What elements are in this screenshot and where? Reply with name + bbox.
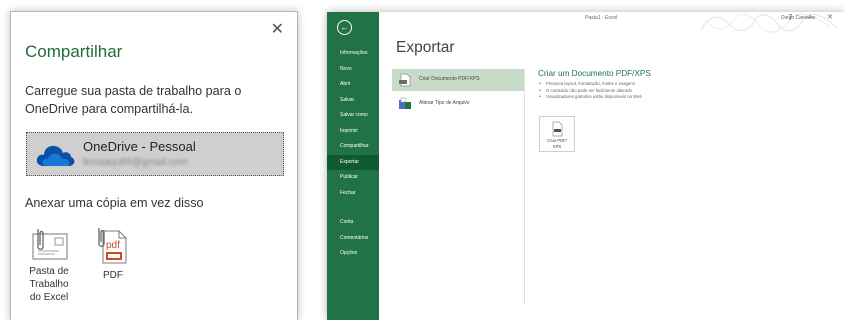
- pdf-attachment-label: PDF: [103, 270, 123, 281]
- nav-item-novo[interactable]: Novo: [327, 62, 379, 78]
- nav-item-salvar-como[interactable]: Salvar como: [327, 108, 379, 124]
- create-pdf-xps-icon: [552, 121, 563, 137]
- nav-item-fechar[interactable]: Fechar: [327, 186, 379, 202]
- onedrive-account-name: OneDrive - Pessoal: [83, 139, 196, 154]
- detail-bullet: Visualizadores gratuitos estão disponíve…: [538, 94, 651, 101]
- excel-backstage-window: ← Informações Novo Abrir Salvar Salvar c…: [327, 12, 845, 320]
- pdf-icon-text: pdf: [106, 240, 120, 251]
- window-controls[interactable]: ? — ✕: [788, 13, 839, 21]
- nav-item-abrir[interactable]: Abrir: [327, 77, 379, 93]
- onedrive-account-email: lkmaaqo89@gmail.com: [83, 157, 188, 168]
- detail-bullets: Preserva layout, formatação, fontes e im…: [538, 81, 651, 101]
- nav-item-publicar[interactable]: Publicar: [327, 170, 379, 186]
- attach-pdf-button[interactable]: pdf PDF: [93, 227, 133, 282]
- nav-item-exportar[interactable]: Exportar: [327, 154, 379, 170]
- option-change-file-type[interactable]: Alterar Tipo de Arquivo: [392, 93, 525, 115]
- close-icon[interactable]: ✕: [271, 22, 284, 38]
- nav-item-opcoes[interactable]: Opções: [327, 246, 379, 262]
- backstage-nav: Informações Novo Abrir Salvar Salvar com…: [327, 46, 379, 262]
- share-title: Compartilhar: [25, 42, 123, 61]
- attach-copy-heading: Anexar uma cópia em vez disso: [25, 196, 204, 210]
- detail-title: Criar um Documento PDF/XPS: [538, 69, 651, 78]
- nav-item-comentarios[interactable]: Comentários: [327, 231, 379, 247]
- option-label: Alterar Tipo de Arquivo: [419, 100, 470, 106]
- onedrive-personal-button[interactable]: OneDrive - Pessoal lkmaaqo89@gmail.com: [26, 132, 284, 176]
- change-file-type-icon: [399, 97, 411, 109]
- divider: [524, 69, 525, 305]
- backstage-titlebar: Pasta1 - Excel Diego Carvalho ? — ✕: [379, 12, 845, 33]
- share-pane: ✕ Compartilhar Carregue sua pasta de tra…: [10, 11, 298, 320]
- pdf-document-icon: [399, 73, 411, 87]
- option-label: Criar Documento PDF/XPS: [419, 76, 480, 82]
- nav-item-informacoes[interactable]: Informações: [327, 46, 379, 62]
- nav-item-imprimir[interactable]: Imprimir: [327, 124, 379, 140]
- export-detail-panel: Criar um Documento PDF/XPS Preserva layo…: [538, 69, 651, 152]
- onedrive-cloud-icon: [36, 145, 75, 166]
- backstage-sidebar: ← Informações Novo Abrir Salvar Salvar c…: [327, 12, 379, 320]
- document-title: Pasta1 - Excel: [585, 15, 618, 21]
- create-pdf-xps-button[interactable]: Criar PDF/ XPS: [539, 116, 575, 152]
- page-title: Exportar: [396, 39, 455, 56]
- attach-excel-workbook-button[interactable]: Pasta de Trabalho do Excel: [27, 227, 71, 304]
- export-options-list: Criar Documento PDF/XPS Alterar Tipo de …: [392, 69, 525, 117]
- nav-item-compartilhar[interactable]: Compartilhar: [327, 139, 379, 155]
- nav-item-conta[interactable]: Conta: [327, 215, 379, 231]
- create-pdf-xps-label: Criar PDF/ XPS: [547, 138, 567, 149]
- option-create-pdf-xps[interactable]: Criar Documento PDF/XPS: [392, 69, 525, 91]
- excel-attachment-label: Pasta de Trabalho do Excel: [29, 266, 69, 303]
- back-arrow-icon[interactable]: ←: [337, 20, 352, 35]
- excel-attachment-icon: [32, 229, 68, 260]
- nav-item-salvar[interactable]: Salvar: [327, 93, 379, 109]
- pdf-attachment-icon: pdf: [98, 228, 127, 264]
- share-description: Carregue sua pasta de trabalho para o On…: [25, 84, 242, 116]
